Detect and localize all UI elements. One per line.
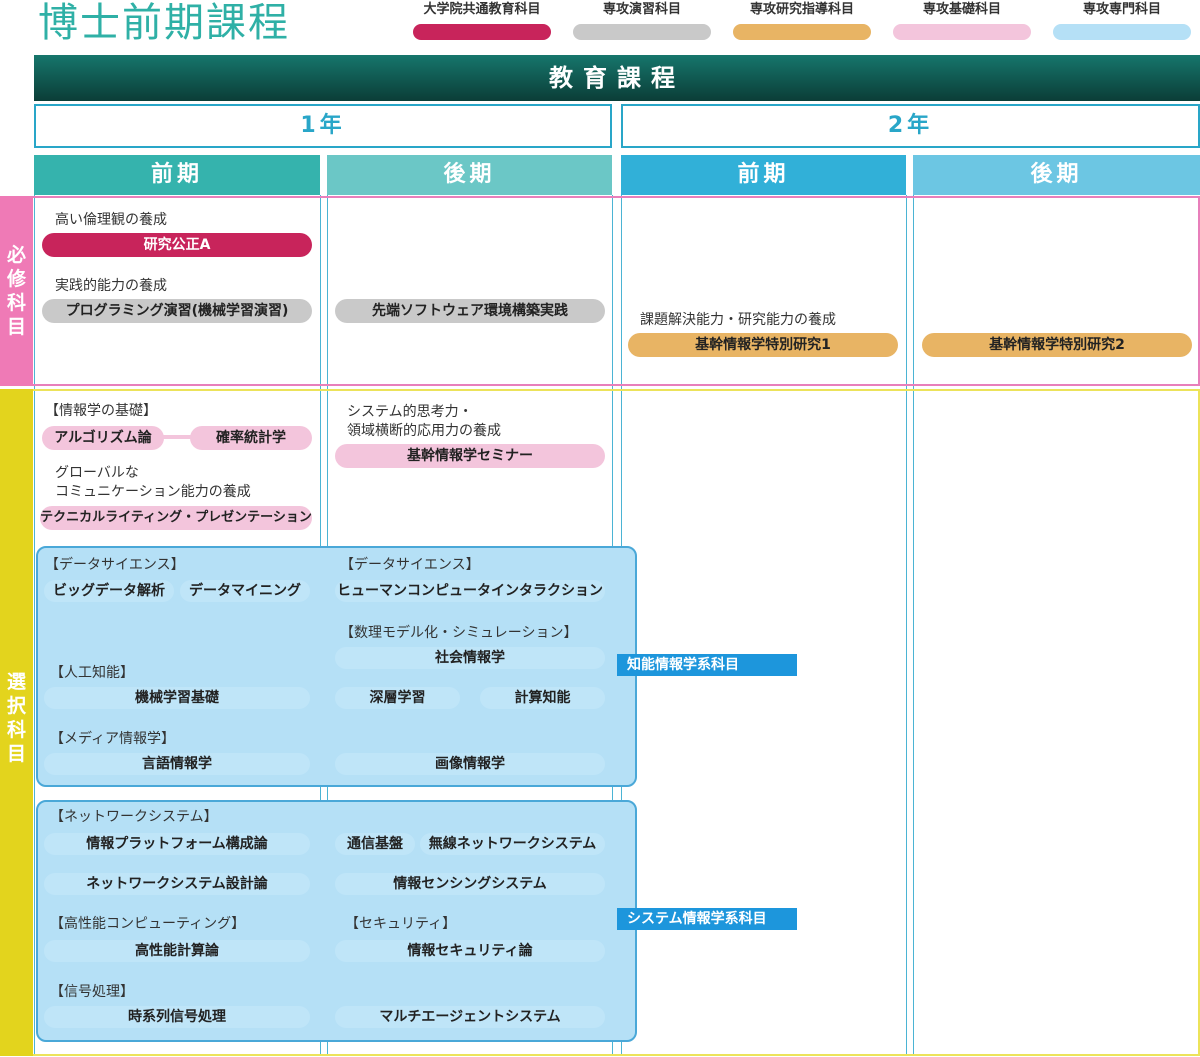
elective-side-char-2: 択 (6, 695, 26, 717)
math-label: 【数理モデル化・シミュレーション】 (340, 625, 578, 641)
required-section (0, 196, 1200, 386)
course-language-informatics: 言語情報学 (44, 753, 310, 775)
basics-label: 【情報学の基礎】 (45, 403, 157, 419)
elective-side-label: 選 択 科 目 (0, 670, 33, 766)
course-platform: 情報プラットフォーム構成論 (44, 833, 310, 855)
intelligent-informatics-tag: 知能情報学系科目 (617, 654, 797, 676)
network-label: 【ネットワークシステム】 (50, 809, 218, 825)
system-label-line1: システム的思考力・ (347, 404, 473, 420)
legend-swatch-basic (893, 24, 1031, 40)
ds1-label: 【データサイエンス】 (45, 557, 185, 573)
ds2-label: 【データサイエンス】 (340, 557, 480, 573)
course-network-design: ネットワークシステム設計論 (44, 873, 310, 895)
course-image-informatics: 画像情報学 (335, 753, 605, 775)
research-label: 課題解決能力・研究能力の養成 (640, 312, 836, 328)
legend-label-practice: 専攻演習科目 (602, 2, 681, 17)
required-side-char-1: 必 (6, 244, 26, 266)
legend-label-specialized: 専攻専門科目 (1082, 2, 1161, 17)
course-hci: ヒューマンコンピュータインタラクション (335, 580, 605, 602)
global-label-line1: グローバルな (55, 465, 139, 481)
course-software-environment: 先端ソフトウェア環境構築実践 (335, 299, 605, 323)
elective-side-char-1: 選 (6, 671, 26, 693)
course-time-series: 時系列信号処理 (44, 1006, 310, 1028)
legend-label-basic: 専攻基礎科目 (922, 2, 1001, 17)
course-hpc: 高性能計算論 (44, 940, 310, 962)
year-2-header: 2年 (621, 104, 1200, 148)
course-informatics-seminar: 基幹情報学セミナー (335, 444, 605, 468)
signal-label: 【信号処理】 (50, 984, 134, 1000)
page-title: 博士前期課程 (38, 0, 290, 46)
elective-side-char-4: 目 (6, 743, 26, 765)
ethics-label: 高い倫理観の養成 (55, 212, 167, 228)
curriculum-header: 教育課程 (34, 55, 1200, 101)
legend-swatch-practice (573, 24, 711, 40)
course-programming-practice: プログラミング演習(機械学習演習) (42, 299, 312, 323)
course-probability-statistics: 確率統計学 (190, 426, 312, 450)
legend-label-research: 専攻研究指導科目 (749, 2, 854, 17)
legend-label-common: 大学院共通教育科目 (423, 2, 541, 17)
course-special-research-2: 基幹情報学特別研究2 (922, 333, 1192, 357)
course-sensing-systems: 情報センシングシステム (335, 873, 605, 895)
course-data-mining: データマイニング (180, 580, 310, 602)
course-multi-agent: マルチエージェントシステム (335, 1006, 605, 1028)
system-label-line2: 領域横断的応用力の養成 (347, 423, 501, 439)
course-information-security: 情報セキュリティ論 (335, 940, 605, 962)
legend-swatch-research (733, 24, 871, 40)
media-label: 【メディア情報学】 (50, 731, 176, 747)
hpc-label: 【高性能コンピューティング】 (50, 916, 246, 932)
term-y1-second: 後期 (327, 155, 612, 195)
security-label: 【セキュリティ】 (345, 916, 457, 932)
course-special-research-1: 基幹情報学特別研究1 (628, 333, 898, 357)
required-side-label: 必 修 科 目 (0, 243, 33, 339)
course-social-informatics: 社会情報学 (335, 647, 605, 669)
term-y2-second: 後期 (913, 155, 1200, 195)
ai-label: 【人工知能】 (50, 665, 134, 681)
course-big-data: ビッグデータ解析 (44, 580, 174, 602)
term-y2-first: 前期 (621, 155, 906, 195)
required-side-char-4: 目 (6, 316, 26, 338)
course-communication-infra: 通信基盤 (335, 833, 415, 855)
course-ml-basics: 機械学習基礎 (44, 687, 310, 709)
legend-swatch-common (413, 24, 551, 40)
year-1-header: 1年 (34, 104, 612, 148)
practical-label: 実践的能力の養成 (55, 278, 167, 294)
course-algorithms: アルゴリズム論 (42, 426, 164, 450)
course-wireless-network: 無線ネットワークシステム (420, 833, 605, 855)
elective-side-char-3: 科 (6, 719, 26, 741)
legend-swatch-specialized (1053, 24, 1191, 40)
course-research-integrity: 研究公正A (42, 233, 312, 257)
term-y1-first: 前期 (34, 155, 320, 195)
systems-informatics-tag: システム情報学系科目 (617, 908, 797, 930)
required-side-char-2: 修 (6, 268, 26, 290)
course-deep-learning: 深層学習 (335, 687, 460, 709)
course-technical-writing: テクニカルライティング・プレゼンテーション (40, 506, 312, 530)
course-computational-intelligence: 計算知能 (480, 687, 605, 709)
required-side-char-3: 科 (6, 292, 26, 314)
global-label-line2: コミュニケーション能力の養成 (55, 484, 251, 500)
